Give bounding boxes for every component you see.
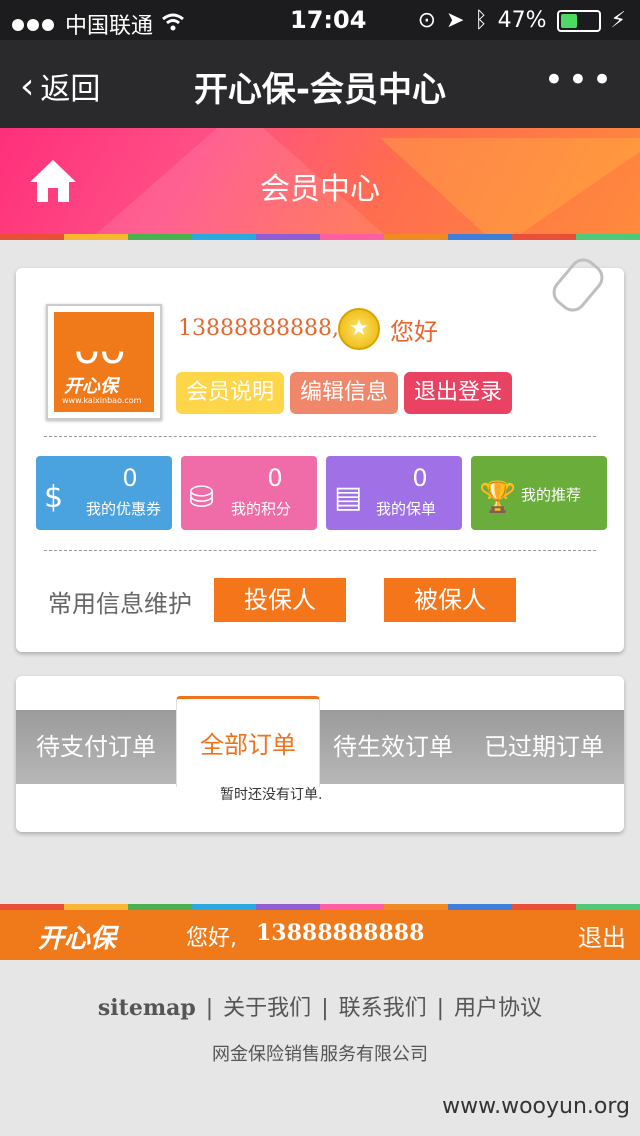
policy-holder-button[interactable]: 投保人 [214, 578, 346, 622]
stripe-segment [256, 234, 320, 240]
logo-url-text: www.kaixinbao.com [62, 396, 142, 405]
coupon-count: 0 [122, 464, 138, 492]
referral-label: 我的推荐 [521, 486, 582, 504]
empty-orders-text: 暂时还没有订单. [220, 787, 323, 803]
insured-button[interactable]: 被保人 [384, 578, 516, 622]
policy-tile[interactable]: ▤ 0 我的保单 [326, 456, 462, 530]
logout-button[interactable]: 退出登录 [404, 372, 513, 414]
footer-logo: 开心保 [38, 924, 117, 954]
carrier-label: 中国联通 [65, 14, 154, 39]
points-label: 我的积分 [231, 500, 292, 518]
bluetooth-icon: ᛒ [474, 8, 488, 33]
tab-expired[interactable]: 已过期订单 [468, 710, 620, 784]
dollar-coin-icon: $ [44, 480, 64, 515]
stripe-segment [320, 234, 384, 240]
banner-title: 会员中心 [260, 172, 380, 207]
more-button[interactable]: ••• [544, 60, 616, 100]
edit-info-button[interactable]: 编辑信息 [290, 372, 399, 414]
about-link[interactable]: 关于我们 [223, 996, 311, 1021]
star-badge-icon: ★ [338, 308, 380, 350]
points-tile[interactable]: ⛁ 0 我的积分 [181, 456, 317, 530]
nav-bar: ‹ 返回 开心保-会员中心 ••• [0, 40, 640, 128]
tab-pending-effective[interactable]: 待生效订单 [320, 710, 466, 784]
tab-pending-payment[interactable]: 待支付订单 [16, 710, 176, 784]
separator: | [436, 996, 445, 1021]
divider [44, 550, 596, 551]
stripe-segment [512, 234, 576, 240]
stripe-segment [384, 234, 448, 240]
stripe-segment [128, 234, 192, 240]
coupon-tile[interactable]: $ 0 我的优惠券 [36, 456, 172, 530]
battery-icon [556, 9, 601, 32]
greeting-text: 您好 [390, 318, 438, 346]
scroll-icon: ▤ [334, 480, 363, 515]
sitemap-link[interactable]: sitemap [98, 995, 196, 1021]
separator: | [321, 996, 329, 1021]
watermark: www.wooyun.org [442, 1094, 630, 1119]
footer-bar: 开心保 您好, 13888888888 退出 [0, 910, 640, 960]
battery-percent: 47% [497, 8, 547, 33]
avatar: ᴗᴗ 开心保 www.kaixinbao.com [46, 304, 162, 420]
stripe-segment [0, 234, 64, 240]
separator: | [205, 996, 214, 1021]
policy-count: 0 [412, 464, 428, 492]
logo-brand-text: 开心保 [64, 376, 118, 397]
trophy-icon: 🏆 [479, 480, 517, 515]
stripe-segment [448, 234, 512, 240]
coin-stack-icon: ⛁ [189, 480, 215, 515]
orders-card: 待支付订单 全部订单 待生效订单 已过期订单 暂时还没有订单. [16, 676, 624, 832]
smile-icon: ᴗᴗ [74, 324, 126, 373]
profile-card: ᴗᴗ 开心保 www.kaixinbao.com 13888888888, ★ … [16, 268, 624, 652]
footer-greeting: 您好, [186, 926, 237, 951]
footer-phone: 13888888888 [256, 920, 425, 946]
policy-label: 我的保单 [376, 500, 437, 518]
member-info-button[interactable]: 会员说明 [176, 372, 285, 414]
brand-logo: ᴗᴗ 开心保 www.kaixinbao.com [54, 312, 154, 412]
referral-tile[interactable]: 🏆 我的推荐 [471, 456, 607, 530]
order-tabs: 待支付订单 全部订单 待生效订单 已过期订单 [16, 696, 624, 787]
footer-links: sitemap | 关于我们 | 联系我们 | 用户协议 [0, 990, 640, 1022]
location-icon: ➤ [446, 8, 465, 33]
color-stripe [0, 234, 640, 240]
company-name: 网金保险销售服务有限公司 [212, 1044, 428, 1065]
status-time: 17:04 [290, 6, 367, 34]
signal-icon [12, 12, 228, 128]
footer-exit-link[interactable]: 退出 [578, 918, 626, 953]
header-banner: 会员中心 [0, 128, 640, 234]
agreement-link[interactable]: 用户协议 [454, 996, 542, 1021]
lock-rotation-icon: ⊙ [417, 8, 436, 33]
stripe-segment [576, 234, 640, 240]
tab-all-orders[interactable]: 全部订单 [176, 696, 320, 787]
stripe-segment [64, 234, 128, 240]
wifi-icon [161, 12, 185, 37]
contact-link[interactable]: 联系我们 [339, 996, 427, 1021]
charging-icon: ⚡ [610, 8, 626, 33]
user-phone: 13888888888, [178, 316, 339, 341]
points-count: 0 [267, 464, 283, 492]
status-bar: 中国联通 17:04 ⊙ ➤ ᛒ 47% ⚡ [0, 0, 640, 128]
maintenance-label: 常用信息维护 [48, 590, 192, 618]
divider [44, 436, 596, 437]
stripe-segment [192, 234, 256, 240]
coupon-label: 我的优惠券 [86, 500, 162, 518]
